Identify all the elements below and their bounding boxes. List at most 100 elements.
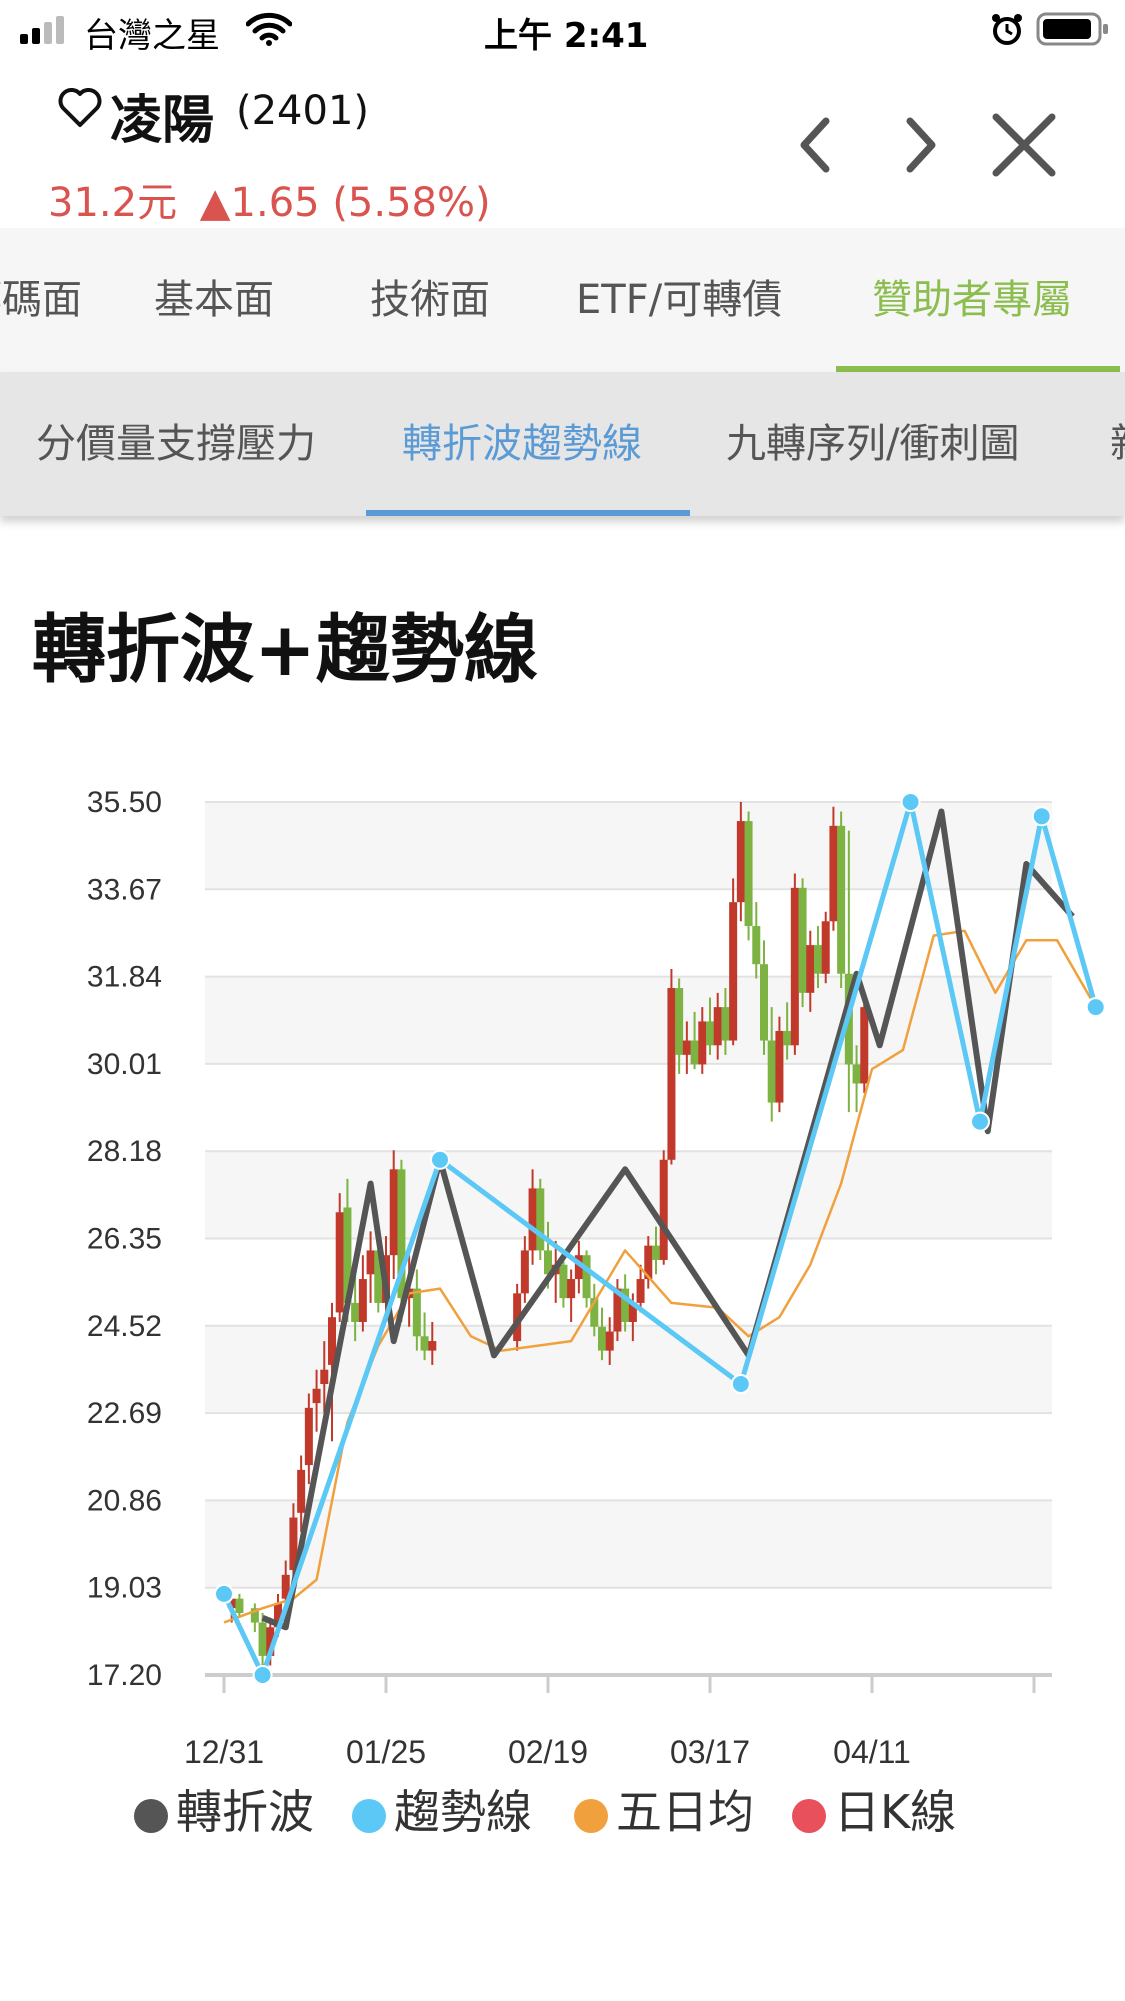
legend-dot-icon xyxy=(792,1798,826,1833)
tab-etf-convertible[interactable]: ETF/可轉債 xyxy=(576,228,782,372)
candle-body xyxy=(760,964,768,1041)
candle-body xyxy=(304,1407,313,1466)
status-bar: 台灣之星 上午 2:41 xyxy=(0,0,1125,60)
previous-stock-button[interactable] xyxy=(776,105,856,185)
price-line: 31.2元 ▲1.65 (5.58%) xyxy=(48,170,491,228)
candle-body xyxy=(235,1598,244,1613)
candle-body xyxy=(312,1388,321,1404)
tab-sponsor-exclusive[interactable]: 贊助者專屬 xyxy=(872,228,1072,372)
candle-body xyxy=(320,1369,329,1384)
legend-dot-icon xyxy=(574,1798,608,1833)
trend-point xyxy=(214,1583,234,1604)
stock-code: (2401) xyxy=(236,88,370,134)
trend-point xyxy=(430,1149,450,1170)
trend-point xyxy=(970,1111,990,1132)
y-tick-label: 33.67 xyxy=(87,873,162,906)
candle-body xyxy=(798,887,807,993)
candle-body xyxy=(752,926,761,965)
candle-body xyxy=(806,945,815,993)
subtab-more[interactable]: 新 xyxy=(1110,372,1125,516)
x-tick-label: 02/19 xyxy=(508,1734,588,1770)
y-tick-label: 17.20 xyxy=(87,1659,162,1692)
zigzag-trend-chart: 35.50 33.67 31.84 30.01 28.18 26.35 24.52 22.69… xyxy=(87,786,1106,1770)
candle-body xyxy=(528,1188,537,1251)
y-tick-label: 26.35 xyxy=(87,1223,162,1256)
signal-icon xyxy=(20,16,64,44)
candle-body xyxy=(297,1469,306,1513)
y-tick-label: 35.50 xyxy=(87,786,162,819)
candle-body xyxy=(567,1279,576,1299)
trend-point xyxy=(1085,997,1106,1018)
candle-body xyxy=(258,1622,267,1656)
clock-time: 上午 2:41 xyxy=(484,16,649,56)
candle-body xyxy=(736,821,745,903)
grid-band xyxy=(205,1500,1052,1588)
y-tick-label: 28.18 xyxy=(87,1135,162,1168)
close-button[interactable] xyxy=(984,105,1064,185)
legend-item-daily-k[interactable]: 日K線 xyxy=(792,1776,956,1842)
trend-point xyxy=(730,1374,751,1394)
candle-body xyxy=(721,1007,730,1041)
candle-body xyxy=(682,1040,691,1055)
trend-point xyxy=(1031,806,1052,827)
legend-item-zigzag[interactable]: 轉折波 xyxy=(134,1776,314,1842)
x-tick-label: 12/31 xyxy=(184,1734,264,1770)
legend-dot-icon xyxy=(134,1798,168,1833)
y-tick-label: 31.84 xyxy=(87,961,162,994)
legend-label: 五日均 xyxy=(616,1785,754,1839)
subtab-zigzag-trendline[interactable]: 轉折波趨勢線 xyxy=(402,372,642,516)
candle-body xyxy=(536,1188,545,1251)
y-tick-label: 30.01 xyxy=(87,1048,162,1081)
alarm-icon xyxy=(992,14,1022,45)
wifi-icon xyxy=(246,12,292,46)
legend-dot-icon xyxy=(352,1798,386,1833)
tab-fundamental[interactable]: 基本面 xyxy=(154,228,274,372)
legend-label: 轉折波 xyxy=(176,1785,314,1839)
candle-body xyxy=(598,1326,606,1351)
y-tick-label: 24.52 xyxy=(87,1310,162,1343)
legend-item-ma5[interactable]: 五日均 xyxy=(574,1776,754,1842)
y-tick-label: 20.86 xyxy=(87,1484,162,1517)
legend-label: 趨勢線 xyxy=(394,1785,532,1839)
x-tick-label: 04/11 xyxy=(833,1734,911,1770)
next-stock-button[interactable] xyxy=(880,105,960,185)
candle-body xyxy=(852,1064,861,1084)
candle-body xyxy=(767,1040,776,1103)
candle-body xyxy=(675,988,684,1055)
candle-body xyxy=(428,1341,437,1351)
candle-body xyxy=(775,1030,784,1103)
tab-chip[interactable]: 籌碼面 xyxy=(0,228,82,372)
candle-body xyxy=(559,1264,568,1299)
carrier-label: 台灣之星 xyxy=(84,16,220,56)
subtab-nine-turn-sequence[interactable]: 九轉序列/衝刺圖 xyxy=(726,372,1019,516)
candle-body xyxy=(652,1245,660,1260)
candle-body xyxy=(829,825,838,922)
stock-name: 凌陽 xyxy=(110,91,215,151)
candle-body xyxy=(605,1331,614,1351)
candle-body xyxy=(706,1021,714,1046)
y-tick-label: 22.69 xyxy=(87,1397,162,1430)
candle-body xyxy=(351,1302,360,1322)
legend-item-trend[interactable]: 趨勢線 xyxy=(352,1776,532,1842)
y-tick-label: 19.03 xyxy=(87,1572,162,1605)
candle-body xyxy=(729,902,738,1041)
candle-body xyxy=(358,1279,367,1322)
subtab-price-volume-support[interactable]: 分價量支撐壓力 xyxy=(36,372,316,516)
candle-body xyxy=(659,1159,668,1260)
candle-body xyxy=(821,921,830,974)
candle-body xyxy=(667,988,676,1160)
price-change: ▲1.65 (5.58%) xyxy=(199,180,491,226)
candle-body xyxy=(690,1040,699,1065)
candle-body xyxy=(860,1007,869,1084)
trend-point xyxy=(252,1665,273,1685)
heart-favorite-icon[interactable] xyxy=(58,88,102,128)
tab-technical[interactable]: 技術面 xyxy=(370,228,490,372)
candle-body xyxy=(582,1255,591,1299)
trend-point xyxy=(900,792,921,812)
x-tick-label: 01/25 xyxy=(346,1734,426,1770)
stock-price: 31.2元 xyxy=(48,180,178,226)
candle-body xyxy=(420,1336,429,1351)
grid-band xyxy=(205,1151,1052,1239)
main-tab-bar: 籌碼面 基本面 技術面 ETF/可轉債 贊助者專屬 xyxy=(0,228,1125,372)
candle-body xyxy=(783,1030,792,1046)
